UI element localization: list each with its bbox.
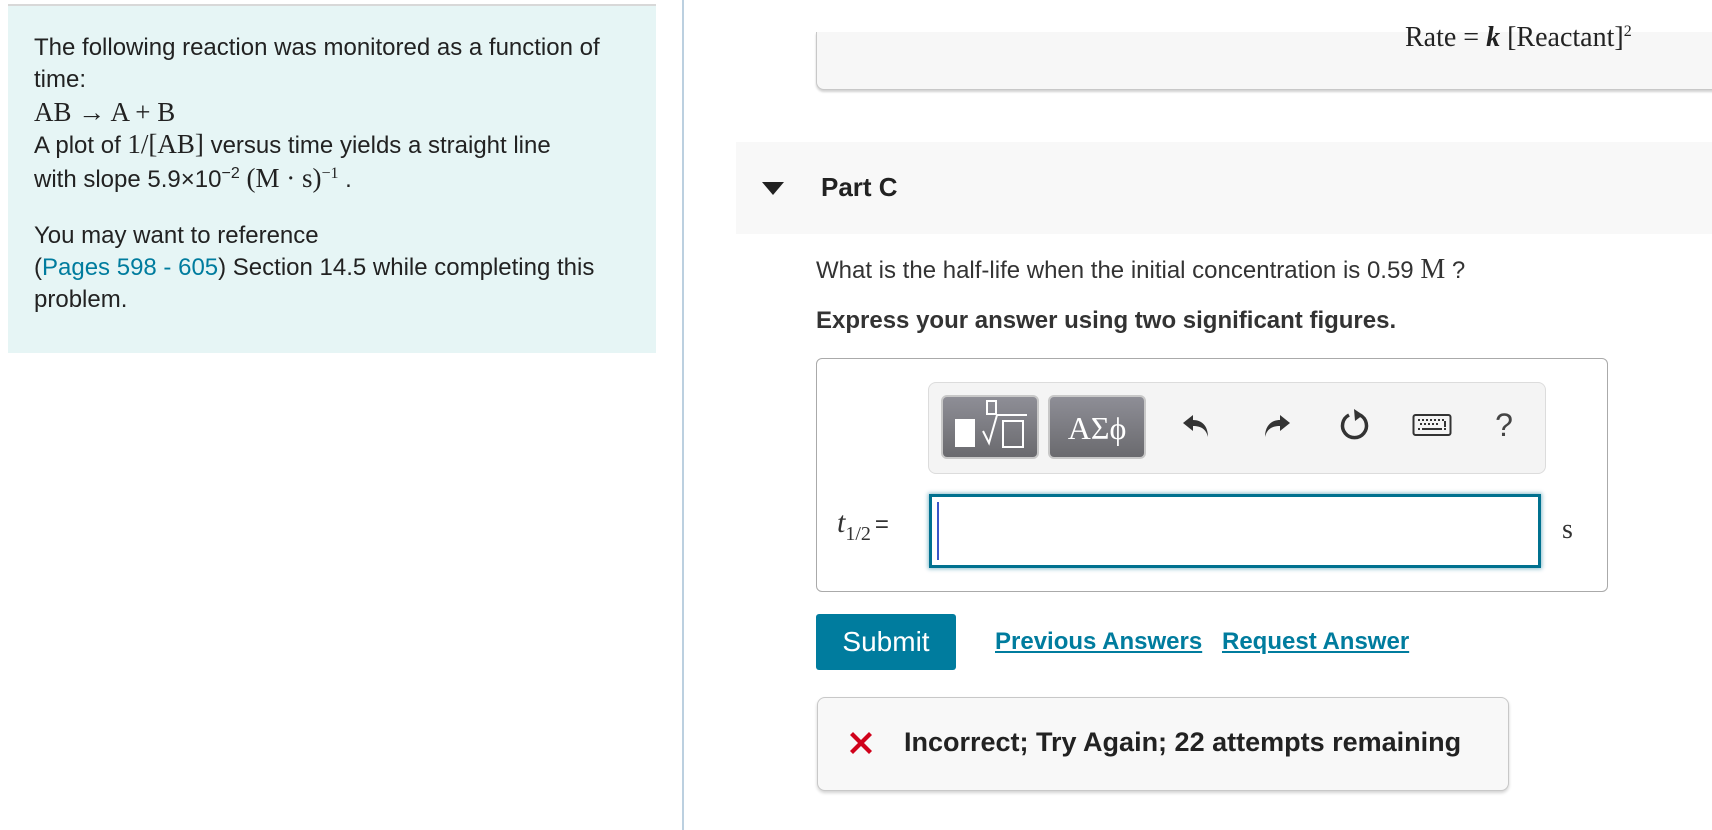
templates-radical-icon: [955, 400, 1027, 448]
feedback-text: Incorrect; Try Again; 22 attempts remain…: [904, 727, 1462, 757]
previous-answers-link[interactable]: Previous Answers: [995, 628, 1202, 656]
question-text: What is the half-life when the initial c…: [816, 254, 1466, 285]
half-life-answer-input[interactable]: [929, 494, 1541, 568]
panel-divider: [682, 0, 684, 830]
undo-icon[interactable]: [1177, 405, 1217, 445]
slope-units: (M · s): [239, 163, 322, 193]
plot-description: A plot of 1/[AB] versus time yields a st…: [34, 129, 551, 159]
slope-description: with slope 5.9×10−2 (M · s)−1 .: [34, 163, 352, 193]
reset-icon[interactable]: [1335, 405, 1375, 445]
answer-instruction: Express your answer using two significan…: [816, 307, 1397, 334]
math-toolbar: ΑΣϕ ?: [928, 382, 1546, 474]
slope-value: 5.9×10: [147, 166, 222, 193]
submit-button[interactable]: Submit: [816, 614, 956, 670]
part-c-header[interactable]: Part C: [736, 142, 1712, 234]
plot-math: 1/[AB]: [127, 129, 204, 159]
request-answer-link[interactable]: Request Answer: [1222, 628, 1409, 656]
collapse-triangle-icon[interactable]: [762, 182, 784, 195]
templates-button[interactable]: [941, 395, 1039, 459]
textbook-pages-link[interactable]: Pages 598 - 605: [42, 254, 218, 281]
answer-variable-label: t1/2 =: [837, 506, 889, 545]
reaction-equation: AB → A + B: [34, 97, 176, 127]
intro-text: The following reaction was monitored as …: [34, 34, 600, 93]
text-cursor: [937, 502, 939, 560]
rate-law-formula: Rate = k [Reactant]2: [1405, 22, 1632, 53]
keyboard-icon[interactable]: [1409, 405, 1455, 445]
reference-text: You may want to reference (Pages 598 - 6…: [34, 222, 595, 313]
problem-intro-panel: The following reaction was monitored as …: [8, 4, 656, 353]
incorrect-x-icon: [850, 732, 872, 754]
answer-unit: s: [1562, 514, 1573, 545]
redo-icon[interactable]: [1256, 405, 1296, 445]
feedback-message-box: Incorrect; Try Again; 22 attempts remain…: [817, 697, 1509, 791]
greek-symbols-button[interactable]: ΑΣϕ: [1048, 395, 1146, 459]
part-title: Part C: [821, 172, 898, 202]
help-button[interactable]: ?: [1484, 405, 1524, 445]
